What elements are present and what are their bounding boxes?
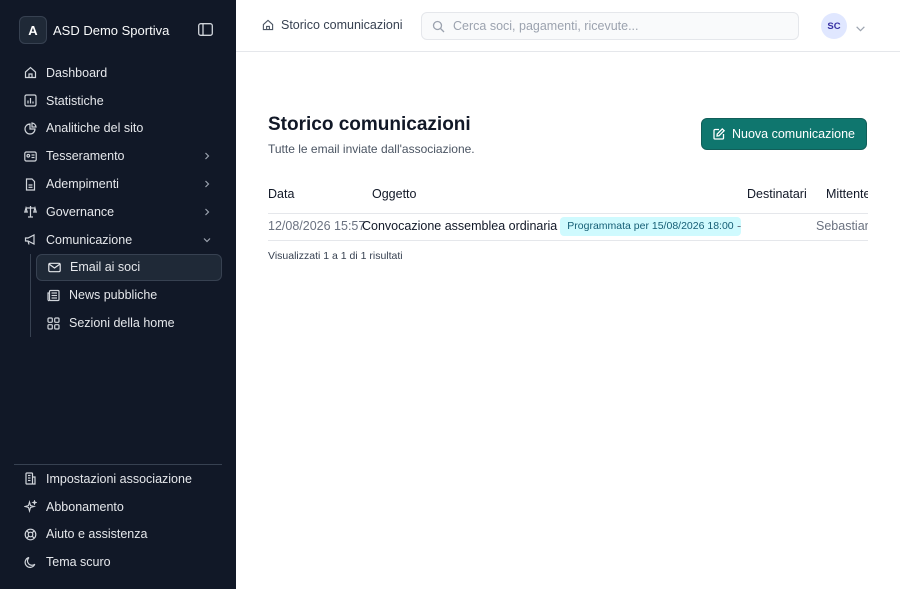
sidebar-nav: Dashboard Statistiche Analitiche del sit… — [14, 59, 222, 337]
sidebar-item-impostazioni[interactable]: Impostazioni associazione — [14, 465, 222, 493]
status-badge: Programmata per 15/08/2026 18:00 — [560, 217, 741, 236]
chevron-down-icon — [202, 234, 212, 244]
avatar: SC — [821, 13, 847, 39]
org-switcher[interactable]: A ASD Demo Sportiva — [19, 16, 219, 44]
sidebar-item-label: Tema scuro — [46, 555, 111, 570]
sidebar-item-label: Impostazioni associazione — [46, 471, 192, 486]
sidebar-item-label: Analitiche del sito — [46, 121, 144, 136]
top-bar: Storico comunicazioni SC — [236, 0, 900, 52]
sidebar-toggle-icon[interactable] — [197, 21, 214, 38]
chevron-down-icon — [855, 21, 865, 32]
sidebar-item-label: Governance — [46, 204, 115, 219]
grid-icon — [46, 316, 60, 330]
id-card-icon — [23, 149, 37, 163]
column-header-mittente[interactable]: Mittente — [826, 180, 868, 213]
sidebar-submenu-comunicazione: Email ai soci News pubbliche Sezioni del… — [30, 253, 222, 337]
page-title: Storico comunicazioni — [268, 114, 471, 135]
sidebar-item-email-soci[interactable]: Email ai soci — [36, 253, 222, 282]
search-input[interactable] — [453, 19, 773, 33]
chevron-right-icon — [202, 150, 212, 160]
sidebar-item-sezioni-home[interactable]: Sezioni della home — [36, 309, 222, 337]
breadcrumb: Storico comunicazioni — [262, 18, 403, 32]
sidebar-item-governance[interactable]: Governance — [14, 198, 222, 226]
file-icon — [23, 177, 37, 191]
sidebar-item-label: News pubbliche — [69, 288, 158, 303]
sidebar-item-comunicazione[interactable]: Comunicazione — [14, 226, 222, 254]
megaphone-icon — [23, 233, 37, 247]
sidebar-item-news-pubbliche[interactable]: News pubbliche — [36, 281, 222, 309]
sidebar-item-abbonamento[interactable]: Abbonamento — [14, 493, 222, 521]
sidebar-item-label: Adempimenti — [46, 177, 119, 192]
cell-sender: Sebastiano — [816, 219, 868, 233]
home-icon — [23, 66, 37, 80]
pie-icon — [23, 121, 37, 135]
cell-recipients: - — [737, 219, 742, 233]
sidebar-item-tesseramento[interactable]: Tesseramento — [14, 142, 222, 170]
mail-icon — [47, 260, 61, 274]
sidebar-item-aiuto[interactable]: Aiuto e assistenza — [14, 521, 222, 549]
sidebar-item-label: Statistiche — [46, 93, 104, 108]
divider — [268, 240, 868, 241]
sidebar-item-label: Sezioni della home — [69, 316, 175, 331]
org-name: ASD Demo Sportiva — [53, 22, 170, 38]
search-bar[interactable] — [421, 12, 799, 40]
user-menu[interactable]: SC — [821, 13, 865, 39]
sparkles-icon — [23, 500, 37, 514]
building-icon — [23, 472, 37, 486]
subject-text: Convocazione assemblea ordinaria — [362, 219, 558, 233]
sidebar-item-tema-scuro[interactable]: Tema scuro — [14, 548, 222, 576]
chevron-right-icon — [202, 178, 212, 188]
newspaper-icon — [46, 288, 60, 302]
new-communication-button[interactable]: Nuova comunicazione — [701, 118, 867, 150]
sidebar-item-label: Tesseramento — [46, 149, 125, 164]
chart-icon — [23, 94, 37, 108]
breadcrumb-current: Storico comunicazioni — [281, 18, 403, 32]
edit-icon — [713, 127, 726, 140]
org-avatar: A — [19, 16, 47, 44]
sidebar-item-analitiche[interactable]: Analitiche del sito — [14, 115, 222, 143]
sidebar-item-label: Email ai soci — [70, 260, 141, 275]
sidebar-item-dashboard[interactable]: Dashboard — [14, 59, 222, 87]
sidebar-item-label: Aiuto e assistenza — [46, 527, 148, 542]
page-subtitle: Tutte le email inviate dall'associazione… — [268, 142, 475, 156]
lifebuoy-icon — [23, 527, 37, 541]
sidebar-item-label: Dashboard — [46, 65, 108, 80]
cell-subject: Convocazione assemblea ordinaria Programm… — [362, 213, 741, 240]
pagination-summary: Visualizzati 1 a 1 di 1 risultati — [268, 250, 403, 262]
cell-date: 12/08/2026 15:57 — [268, 219, 366, 233]
chevron-right-icon — [202, 206, 212, 216]
sidebar-item-statistiche[interactable]: Statistiche — [14, 87, 222, 115]
column-header-oggetto[interactable]: Oggetto — [372, 180, 416, 213]
sidebar-bottom-nav: Impostazioni associazione Abbonamento Ai… — [14, 464, 222, 576]
search-icon — [432, 20, 445, 33]
scale-icon — [23, 205, 37, 219]
home-icon[interactable] — [262, 19, 275, 32]
moon-icon — [23, 555, 37, 569]
sidebar: A ASD Demo Sportiva Dashboard Statistich… — [0, 0, 236, 589]
column-header-data[interactable]: Data — [268, 180, 294, 213]
sidebar-item-label: Comunicazione — [46, 232, 133, 247]
sidebar-item-adempimenti[interactable]: Adempimenti — [14, 170, 222, 198]
communications-table: Data Oggetto Destinatari Mittente 12/08/… — [268, 180, 868, 242]
column-header-destinatari[interactable]: Destinatari — [747, 180, 807, 213]
sidebar-item-label: Abbonamento — [46, 499, 124, 514]
new-communication-label: Nuova comunicazione — [732, 127, 855, 141]
